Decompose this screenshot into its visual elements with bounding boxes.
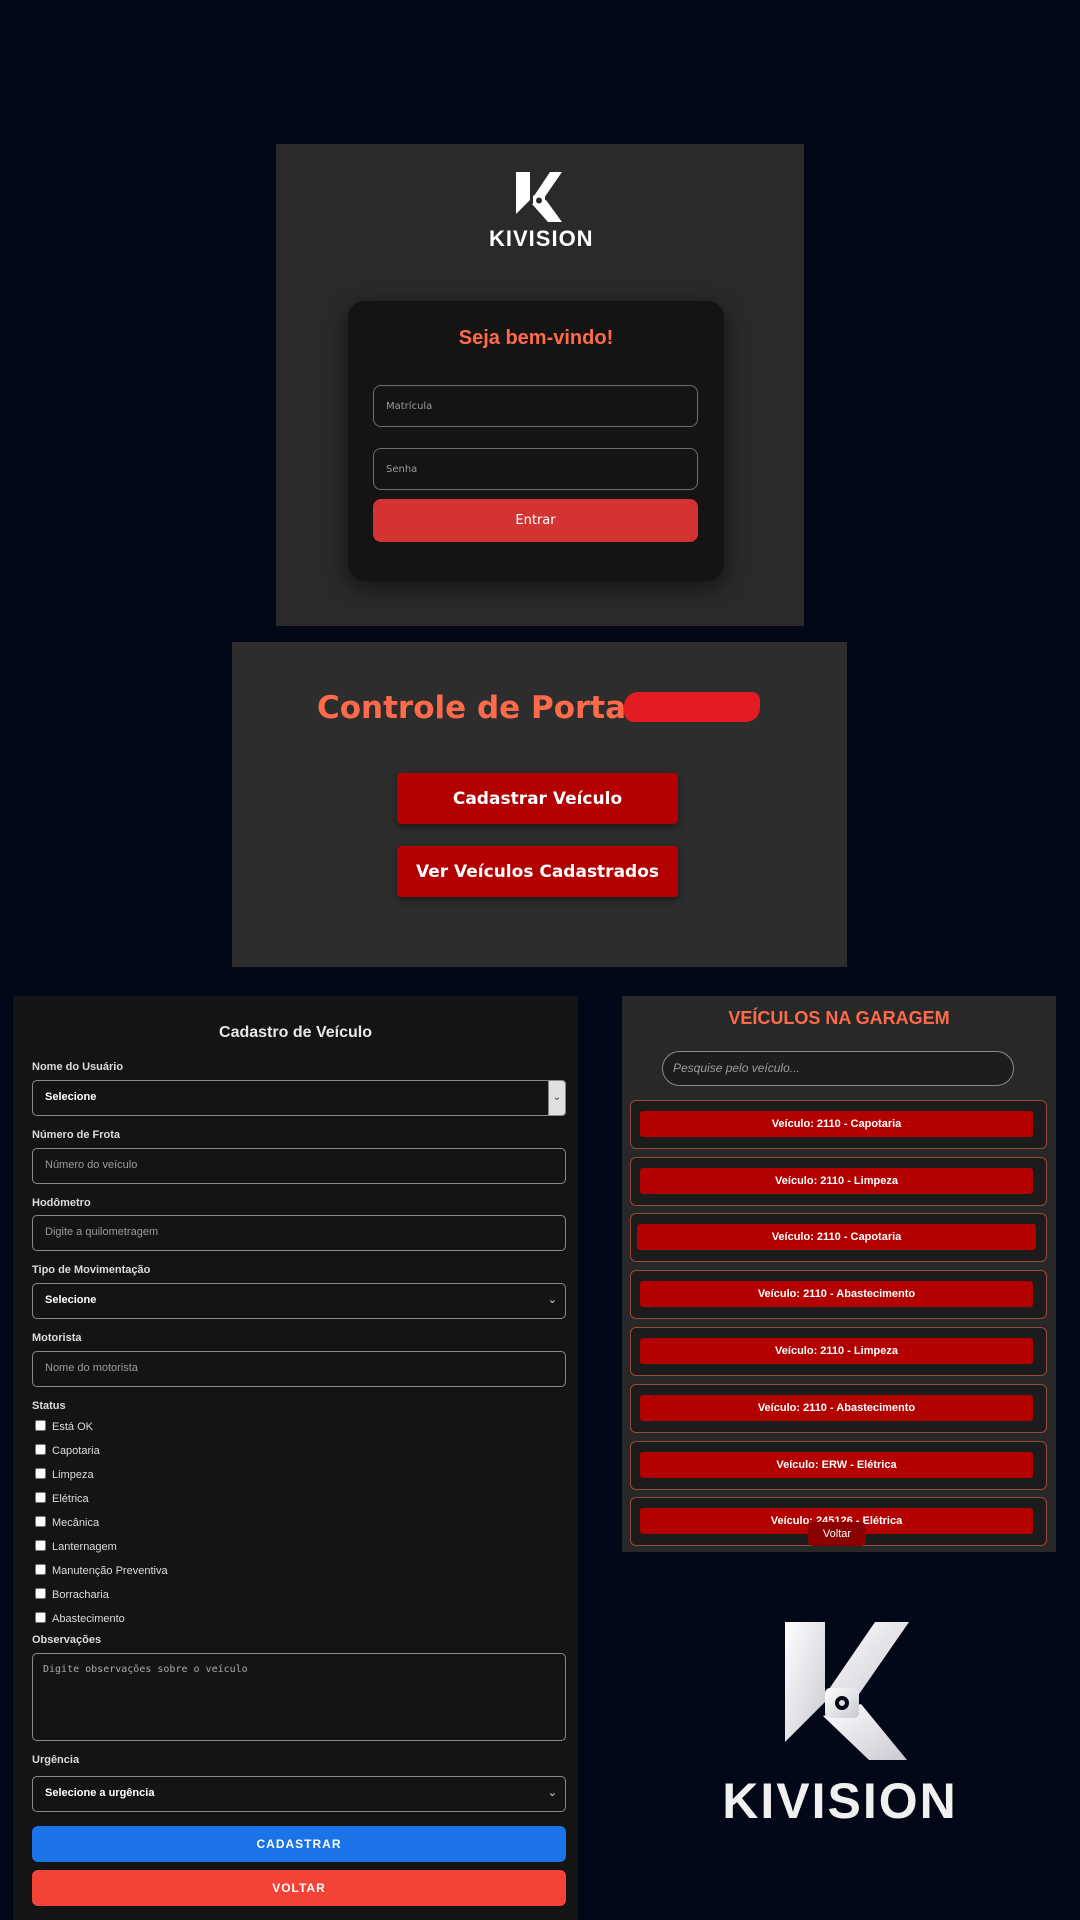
cadastro-form: Cadastro de Veículo Nome do Usuário Sele… [13,996,578,1920]
matricula-input[interactable] [373,385,698,427]
vehicle-card: Veículo: 2110 - Capotaria [630,1213,1047,1262]
status-option-label: Manutenção Preventiva [52,1565,168,1577]
checkbox[interactable] [35,1540,46,1551]
vehicle-card: Veículo: 2110 - Limpeza [630,1327,1047,1376]
hodometro-label: Hodômetro [32,1197,91,1209]
motorista-placeholder: Nome do motorista [45,1362,138,1374]
vehicle-button[interactable]: Veículo: 2110 - Limpeza [640,1338,1033,1364]
movimentacao-select-value: Selecione [45,1294,97,1306]
checkbox[interactable] [35,1468,46,1479]
frota-input[interactable]: Número do veículo [32,1148,566,1184]
cadastrar-button[interactable]: CADASTRAR [32,1826,566,1862]
movimentacao-select[interactable]: Selecione ⌄ [32,1283,566,1319]
ver-veiculos-button[interactable]: Ver Veículos Cadastrados [397,846,678,897]
kivision-logo: KIVISION [489,170,594,252]
vehicle-card: Veículo: 2110 - Limpeza [630,1157,1047,1206]
garagem-title: VEÍCULOS NA GARAGEM [728,1008,950,1028]
status-checkbox-abastecimento[interactable]: Abastecimento [35,1612,125,1626]
status-option-label: Elétrica [52,1493,89,1505]
vehicle-button[interactable]: Veículo: ERW - Elétrica [640,1452,1033,1478]
status-checkbox-mecanica[interactable]: Mecânica [35,1516,99,1530]
status-option-label: Borracharia [52,1589,109,1601]
hodometro-placeholder: Digite a quilometragem [45,1226,159,1238]
status-option-label: Está OK [52,1421,93,1433]
status-option-label: Mecânica [52,1517,100,1529]
k-logo-icon [785,1622,909,1760]
status-checkbox-limpeza[interactable]: Limpeza [35,1468,94,1482]
voltar-button[interactable]: Voltar [808,1522,866,1546]
chevron-down-icon[interactable]: ⌄ [548,1080,566,1116]
vehicle-button[interactable]: Veículo: 2110 - Abastecimento [640,1281,1033,1307]
movimentacao-label: Tipo de Movimentação [32,1264,151,1276]
kivision-logo-large: KIVISION [715,1616,965,1829]
chevron-down-icon: ⌄ [547,1294,557,1306]
k-logo-icon [516,172,562,222]
frota-placeholder: Número do veículo [45,1159,138,1171]
status-checkbox-manutencao[interactable]: Manutenção Preventiva [35,1564,168,1578]
vehicle-card: Veículo: 2110 - Abastecimento [630,1384,1047,1433]
cadastrar-veiculo-button[interactable]: Cadastrar Veículo [397,773,678,824]
vehicle-button[interactable]: Veículo: 2110 - Capotaria [640,1111,1033,1137]
welcome-title: Seja bem-vindo! [458,327,614,349]
form-title: Cadastro de Veículo [219,1024,372,1041]
brand-name: KIVISION [489,226,594,251]
status-checkbox-capotaria[interactable]: Capotaria [35,1444,100,1458]
checkbox[interactable] [35,1420,46,1431]
hodometro-input[interactable]: Digite a quilometragem [32,1215,566,1251]
usuario-select-value: Selecione [45,1091,97,1103]
voltar-button[interactable]: VOLTAR [32,1870,566,1906]
portaria-title: Controle de Portaria [317,690,673,726]
checkbox[interactable] [35,1444,46,1455]
brand-name-large: KIVISION [722,1773,958,1829]
checkbox[interactable] [35,1612,46,1623]
urgencia-select[interactable]: Selecione a urgência ⌄ [32,1776,566,1812]
motorista-input[interactable]: Nome do motorista [32,1351,566,1387]
checkbox[interactable] [35,1492,46,1503]
vehicle-search-input[interactable]: Pesquise pelo veículo... [662,1051,1014,1086]
status-checkbox-ok[interactable]: Está OK [35,1420,93,1434]
entrar-button[interactable]: Entrar [373,499,698,542]
login-card: Seja bem-vindo! Entrar [348,301,724,581]
observacoes-textarea[interactable]: Digite observações sobre o veículo [32,1653,566,1741]
status-option-label: Abastecimento [52,1613,125,1625]
garagem-panel: VEÍCULOS NA GARAGEM Pesquise pelo veícul… [622,996,1056,1552]
usuario-select[interactable]: Selecione ⌄ [32,1080,566,1116]
status-option-label: Limpeza [52,1469,94,1481]
checkbox[interactable] [35,1564,46,1575]
checkbox[interactable] [35,1588,46,1599]
status-checkbox-eletrica[interactable]: Elétrica [35,1492,89,1506]
vehicle-button[interactable]: Veículo: 2110 - Capotaria [637,1224,1036,1250]
vehicle-card: Veículo: 2110 - Capotaria [630,1100,1047,1149]
observacoes-label: Observações [32,1634,102,1646]
vehicle-card: Veículo: ERW - Elétrica [630,1441,1047,1490]
status-checkbox-borracharia[interactable]: Borracharia [35,1588,109,1602]
frota-label: Número de Frota [32,1129,121,1141]
vehicle-button[interactable]: Veículo: 2110 - Limpeza [640,1168,1033,1194]
status-option-label: Capotaria [52,1445,100,1457]
senha-input[interactable] [373,448,698,490]
vehicle-button[interactable]: Veículo: 2110 - Abastecimento [640,1395,1033,1421]
redaction-mark [624,692,760,722]
status-label: Status [32,1400,66,1412]
vehicle-card: Veículo: 2110 - Abastecimento [630,1270,1047,1319]
checkbox[interactable] [35,1516,46,1527]
status-checkbox-lanternagem[interactable]: Lanternagem [35,1540,117,1554]
motorista-label: Motorista [32,1332,82,1344]
chevron-down-icon: ⌄ [547,1787,557,1799]
portaria-panel: Controle de Portaria Cadastrar Veículo V… [232,642,847,967]
status-option-label: Lanternagem [52,1541,117,1553]
urgencia-label: Urgência [32,1754,80,1766]
urgencia-select-value: Selecione a urgência [45,1787,155,1799]
search-placeholder: Pesquise pelo veículo... [673,1061,800,1075]
observacoes-placeholder: Digite observações sobre o veículo [43,1664,248,1675]
usuario-label: Nome do Usuário [32,1061,124,1073]
login-panel: KIVISION Seja bem-vindo! Entrar [276,144,804,626]
